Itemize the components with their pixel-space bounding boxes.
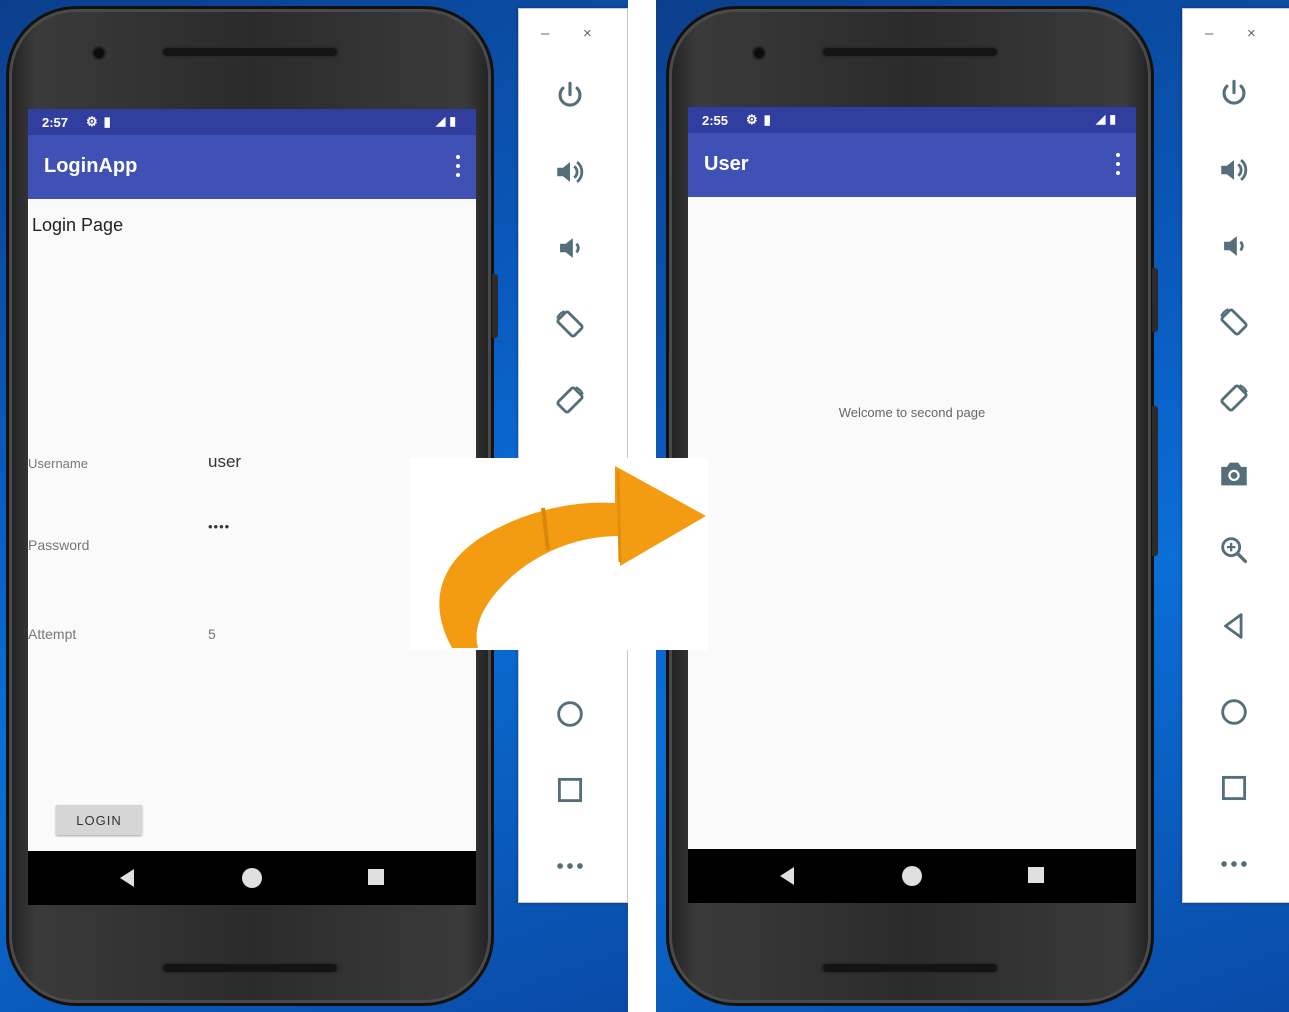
status-bar: 2:55 ⚙▮ ◢▮ [688, 107, 1136, 133]
more-icon[interactable] [1211, 841, 1257, 887]
bottom-speaker [821, 962, 999, 974]
back-icon[interactable] [1211, 603, 1257, 649]
curved-arrow-icon [439, 466, 706, 648]
settings-icon: ⚙▮ [746, 112, 777, 127]
overflow-menu-icon[interactable] [1114, 153, 1122, 175]
nav-recent-icon[interactable] [1028, 867, 1044, 883]
status-time: 2:55 [702, 113, 729, 128]
rotate-left-icon[interactable] [547, 301, 593, 347]
overview-icon[interactable] [1211, 765, 1257, 811]
username-field[interactable]: user [208, 452, 241, 472]
power-icon[interactable] [1211, 71, 1257, 117]
volume-side-button [1152, 406, 1158, 556]
status-time: 2:57 [42, 115, 69, 130]
nav-home-icon[interactable] [902, 866, 922, 886]
app-title: LoginApp [44, 155, 138, 177]
more-icon[interactable] [547, 843, 593, 889]
app-bar: User [688, 133, 1136, 197]
nav-home-icon[interactable] [242, 868, 262, 888]
right-emulator-panel: 2:55 ⚙▮ ◢▮ User Welcome to second page –… [656, 0, 1289, 1012]
rotate-right-icon[interactable] [547, 377, 593, 423]
phone-screen: 2:55 ⚙▮ ◢▮ User Welcome to second page [688, 107, 1136, 903]
home-icon[interactable] [1211, 689, 1257, 735]
nav-bar [28, 851, 476, 905]
phone-frame: 2:55 ⚙▮ ◢▮ User Welcome to second page [666, 6, 1158, 1006]
welcome-message: Welcome to second page [838, 405, 986, 420]
power-side-button [1152, 268, 1158, 332]
volume-up-icon[interactable] [547, 149, 593, 195]
attempt-count: 5 [208, 626, 216, 642]
rotate-left-icon[interactable] [1211, 299, 1257, 345]
nav-back-icon[interactable] [780, 867, 794, 885]
password-field[interactable]: •••• [208, 519, 230, 534]
login-button[interactable]: LOGIN [56, 805, 142, 835]
front-camera [754, 48, 764, 58]
phone-screen: 2:57 ⚙▮ ◢▮ LoginApp Login Page Username … [28, 109, 476, 905]
page-heading: Login Page [32, 215, 124, 235]
volume-down-icon[interactable] [547, 225, 593, 271]
app-bar: LoginApp [28, 135, 476, 199]
transition-arrow [410, 458, 708, 650]
home-icon[interactable] [547, 691, 593, 737]
bottom-speaker [161, 962, 339, 974]
nav-bar [688, 849, 1136, 903]
nav-recent-icon[interactable] [368, 869, 384, 885]
top-speaker [161, 46, 339, 58]
settings-icon: ⚙▮ [86, 114, 117, 129]
front-camera [94, 48, 104, 58]
minimize-button[interactable]: – [541, 25, 549, 42]
status-bar: 2:57 ⚙▮ ◢▮ [28, 109, 476, 135]
top-speaker [821, 46, 999, 58]
signal-battery-icon: ◢▮ [1096, 112, 1120, 126]
app-title: User [704, 153, 749, 175]
minimize-button[interactable]: – [1205, 25, 1213, 42]
overflow-menu-icon[interactable] [454, 155, 462, 177]
nav-back-icon[interactable] [120, 869, 134, 887]
camera-icon[interactable] [1211, 451, 1257, 497]
volume-up-icon[interactable] [1211, 147, 1257, 193]
close-button[interactable]: × [1247, 25, 1256, 42]
username-label: Username [28, 456, 88, 471]
volume-down-icon[interactable] [1211, 223, 1257, 269]
emulator-toolbar: – × [518, 8, 628, 903]
attempt-label: Attempt [28, 626, 77, 642]
signal-battery-icon: ◢▮ [436, 114, 460, 128]
emulator-toolbar: – × [1182, 8, 1289, 903]
overview-icon[interactable] [547, 767, 593, 813]
password-label: Password [28, 537, 90, 553]
power-icon[interactable] [547, 73, 593, 119]
rotate-right-icon[interactable] [1211, 375, 1257, 421]
power-side-button [492, 274, 498, 338]
zoom-icon[interactable] [1211, 527, 1257, 573]
close-button[interactable]: × [583, 25, 592, 42]
